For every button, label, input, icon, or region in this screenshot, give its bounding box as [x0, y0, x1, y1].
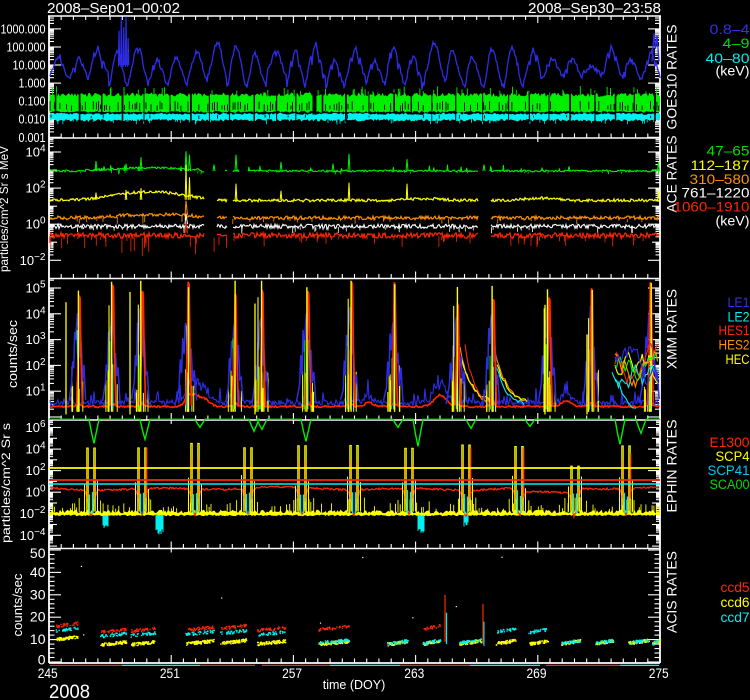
- svg-text:SCP4: SCP4: [716, 449, 750, 464]
- svg-text:2008–Sep30–23:58: 2008–Sep30–23:58: [528, 0, 661, 17]
- svg-text:10.000: 10.000: [13, 58, 46, 73]
- svg-text:counts/sec: counts/sec: [11, 574, 25, 637]
- svg-text:ccd7: ccd7: [721, 610, 750, 625]
- svg-text:GOES10 RATES: GOES10 RATES: [665, 25, 680, 130]
- svg-text:275: 275: [649, 665, 669, 681]
- svg-text:50: 50: [30, 545, 46, 561]
- svg-text:47–65: 47–65: [707, 144, 750, 159]
- svg-text:30: 30: [30, 586, 46, 602]
- svg-text:SCP41: SCP41: [708, 463, 750, 478]
- svg-text:HES1: HES1: [719, 323, 750, 338]
- svg-text:LE1: LE1: [728, 295, 750, 310]
- svg-text:HEC: HEC: [726, 352, 750, 367]
- svg-text:761–1220: 761–1220: [682, 186, 750, 201]
- svg-text:ccd6: ccd6: [721, 595, 750, 610]
- svg-text:257: 257: [282, 665, 302, 681]
- svg-text:40: 40: [30, 564, 46, 580]
- svg-text:245: 245: [38, 665, 58, 681]
- svg-text:1000.000: 1000.000: [1, 21, 46, 36]
- svg-text:100.000: 100.000: [7, 39, 46, 54]
- svg-text:2008–Sep01–00:02: 2008–Sep01–00:02: [47, 0, 180, 17]
- svg-text:EPHIN RATES: EPHIN RATES: [665, 420, 680, 513]
- svg-text:particles/cm^2 Sr s MeV: particles/cm^2 Sr s MeV: [0, 146, 11, 272]
- svg-text:4–9: 4–9: [723, 36, 750, 51]
- svg-text:0.100: 0.100: [19, 94, 46, 109]
- svg-text:20: 20: [30, 609, 46, 625]
- svg-text:ccd5: ccd5: [721, 580, 750, 595]
- svg-text:ACIS RATES: ACIS RATES: [665, 551, 680, 633]
- svg-text:time (DOY): time (DOY): [323, 678, 386, 692]
- svg-text:10: 10: [30, 631, 46, 647]
- svg-text:0.010: 0.010: [19, 112, 46, 127]
- svg-text:(keV): (keV): [716, 64, 750, 79]
- svg-text:263: 263: [404, 665, 424, 681]
- svg-text:112–187: 112–187: [691, 158, 750, 173]
- svg-text:269: 269: [527, 665, 547, 681]
- svg-text:251: 251: [160, 665, 180, 681]
- svg-text:0.8–4: 0.8–4: [710, 22, 750, 37]
- svg-text:HES2: HES2: [719, 338, 750, 353]
- svg-text:E1300: E1300: [710, 435, 750, 450]
- svg-text:XMM RATES: XMM RATES: [665, 289, 680, 369]
- svg-text:2008: 2008: [49, 682, 90, 700]
- svg-text:(keV): (keV): [716, 213, 750, 228]
- svg-text:particles/cm^2 Sr s: particles/cm^2 Sr s: [0, 423, 13, 543]
- svg-text:1.000: 1.000: [19, 76, 46, 91]
- svg-text:counts/sec: counts/sec: [6, 320, 20, 388]
- svg-text:SCA00: SCA00: [710, 477, 750, 492]
- svg-text:1060–1910: 1060–1910: [674, 199, 750, 214]
